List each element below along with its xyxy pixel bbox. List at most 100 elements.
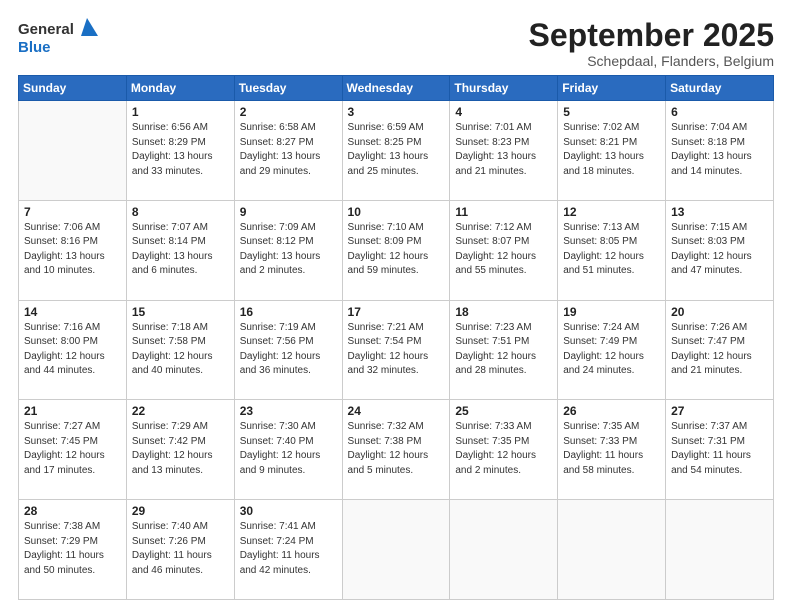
day-number: 28 [24,504,121,518]
day-cell: 22 Sunrise: 7:29 AMSunset: 7:42 PMDayligh… [126,400,234,500]
day-cell: 6 Sunrise: 7:04 AMSunset: 8:18 PMDaylight… [666,101,774,201]
day-number: 10 [348,205,445,219]
day-info: Sunrise: 7:29 AMSunset: 7:42 PMDaylight:… [132,420,229,478]
weekday-header-row: SundayMondayTuesdayWednesdayThursdayFrid… [19,76,774,101]
day-number: 14 [24,305,121,319]
day-info: Sunrise: 7:30 AMSunset: 7:40 PMDaylight:… [240,420,337,478]
day-number: 9 [240,205,337,219]
weekday-header-wednesday: Wednesday [342,76,450,101]
week-row-4: 21 Sunrise: 7:27 AMSunset: 7:45 PMDayligh… [19,400,774,500]
day-cell: 21 Sunrise: 7:27 AMSunset: 7:45 PMDayligh… [19,400,127,500]
day-number: 23 [240,404,337,418]
day-number: 18 [455,305,552,319]
day-number: 17 [348,305,445,319]
day-number: 21 [24,404,121,418]
day-cell [19,101,127,201]
day-number: 6 [671,105,768,119]
day-info: Sunrise: 7:23 AMSunset: 7:51 PMDaylight:… [455,321,552,379]
logo-general: General [18,21,74,38]
day-cell: 24Sunrise: 7:32 AMSunset: 7:38 PMDayligh… [342,400,450,500]
logo-icon [76,18,98,36]
day-number: 7 [24,205,121,219]
day-number: 15 [132,305,229,319]
day-number: 22 [132,404,229,418]
day-number: 13 [671,205,768,219]
day-cell [666,500,774,600]
calendar-table: SundayMondayTuesdayWednesdayThursdayFrid… [18,75,774,600]
day-cell: 1Sunrise: 6:56 AMSunset: 8:29 PMDaylight… [126,101,234,201]
day-info: Sunrise: 7:18 AMSunset: 7:58 PMDaylight:… [132,321,229,379]
title-block: September 2025 Schepdaal, Flanders, Belg… [529,18,774,69]
day-info: Sunrise: 7:13 AMSunset: 8:05 PMDaylight:… [563,221,660,279]
day-info: Sunrise: 7:02 AMSunset: 8:21 PMDaylight:… [563,121,660,179]
day-info: Sunrise: 7:06 AMSunset: 8:16 PMDaylight:… [24,221,121,279]
day-number: 5 [563,105,660,119]
day-number: 24 [348,404,445,418]
day-info: Sunrise: 7:27 AMSunset: 7:45 PMDaylight:… [24,420,121,478]
day-cell: 8Sunrise: 7:07 AMSunset: 8:14 PMDaylight… [126,200,234,300]
day-info: Sunrise: 7:35 AMSunset: 7:33 PMDaylight:… [563,420,660,478]
day-number: 29 [132,504,229,518]
location-title: Schepdaal, Flanders, Belgium [529,53,774,69]
day-cell: 15 Sunrise: 7:18 AMSunset: 7:58 PMDayligh… [126,300,234,400]
day-cell: 23 Sunrise: 7:30 AMSunset: 7:40 PMDayligh… [234,400,342,500]
week-row-3: 14 Sunrise: 7:16 AMSunset: 8:00 PMDayligh… [19,300,774,400]
day-number: 12 [563,205,660,219]
day-cell: 27 Sunrise: 7:37 AMSunset: 7:31 PMDayligh… [666,400,774,500]
weekday-header-thursday: Thursday [450,76,558,101]
day-cell: 30Sunrise: 7:41 AMSunset: 7:24 PMDayligh… [234,500,342,600]
day-cell: 10Sunrise: 7:10 AMSunset: 8:09 PMDayligh… [342,200,450,300]
day-info: Sunrise: 7:21 AMSunset: 7:54 PMDaylight:… [348,321,445,379]
week-row-5: 28 Sunrise: 7:38 AMSunset: 7:29 PMDayligh… [19,500,774,600]
day-cell: 25 Sunrise: 7:33 AMSunset: 7:35 PMDayligh… [450,400,558,500]
day-cell: 13 Sunrise: 7:15 AMSunset: 8:03 PMDayligh… [666,200,774,300]
weekday-header-sunday: Sunday [19,76,127,101]
month-title: September 2025 [529,18,774,53]
day-info: Sunrise: 7:26 AMSunset: 7:47 PMDaylight:… [671,321,768,379]
weekday-header-saturday: Saturday [666,76,774,101]
day-info: Sunrise: 7:33 AMSunset: 7:35 PMDaylight:… [455,420,552,478]
day-info: Sunrise: 7:16 AMSunset: 8:00 PMDaylight:… [24,321,121,379]
week-row-2: 7 Sunrise: 7:06 AMSunset: 8:16 PMDaylight… [19,200,774,300]
day-cell: 12 Sunrise: 7:13 AMSunset: 8:05 PMDayligh… [558,200,666,300]
day-cell: 7 Sunrise: 7:06 AMSunset: 8:16 PMDaylight… [19,200,127,300]
day-info: Sunrise: 7:24 AMSunset: 7:49 PMDaylight:… [563,321,660,379]
day-cell [558,500,666,600]
day-number: 3 [348,105,445,119]
day-cell [342,500,450,600]
day-cell: 4 Sunrise: 7:01 AMSunset: 8:23 PMDaylight… [450,101,558,201]
day-cell: 14 Sunrise: 7:16 AMSunset: 8:00 PMDayligh… [19,300,127,400]
day-cell: 19 Sunrise: 7:24 AMSunset: 7:49 PMDayligh… [558,300,666,400]
day-number: 19 [563,305,660,319]
day-number: 20 [671,305,768,319]
day-cell: 26 Sunrise: 7:35 AMSunset: 7:33 PMDayligh… [558,400,666,500]
day-number: 27 [671,404,768,418]
day-cell: 18 Sunrise: 7:23 AMSunset: 7:51 PMDayligh… [450,300,558,400]
logo-blue: Blue [18,39,51,56]
day-number: 16 [240,305,337,319]
day-info: Sunrise: 7:01 AMSunset: 8:23 PMDaylight:… [455,121,552,179]
day-cell: 9 Sunrise: 7:09 AMSunset: 8:12 PMDaylight… [234,200,342,300]
day-cell: 17 Sunrise: 7:21 AMSunset: 7:54 PMDayligh… [342,300,450,400]
day-info: Sunrise: 7:40 AMSunset: 7:26 PMDaylight:… [132,520,229,578]
day-info: Sunrise: 7:09 AMSunset: 8:12 PMDaylight:… [240,221,337,279]
day-info: Sunrise: 6:56 AMSunset: 8:29 PMDaylight:… [132,121,229,179]
day-number: 30 [240,504,337,518]
weekday-header-tuesday: Tuesday [234,76,342,101]
day-cell: 5 Sunrise: 7:02 AMSunset: 8:21 PMDaylight… [558,101,666,201]
day-cell [450,500,558,600]
day-number: 2 [240,105,337,119]
day-info: Sunrise: 7:37 AMSunset: 7:31 PMDaylight:… [671,420,768,478]
day-cell: 2Sunrise: 6:58 AMSunset: 8:27 PMDaylight… [234,101,342,201]
week-row-1: 1Sunrise: 6:56 AMSunset: 8:29 PMDaylight… [19,101,774,201]
day-cell: 29 Sunrise: 7:40 AMSunset: 7:26 PMDayligh… [126,500,234,600]
weekday-header-monday: Monday [126,76,234,101]
day-info: Sunrise: 7:07 AMSunset: 8:14 PMDaylight:… [132,221,229,279]
day-number: 4 [455,105,552,119]
day-info: Sunrise: 6:59 AMSunset: 8:25 PMDaylight:… [348,121,445,179]
day-number: 25 [455,404,552,418]
day-info: Sunrise: 7:38 AMSunset: 7:29 PMDaylight:… [24,520,121,578]
day-info: Sunrise: 7:04 AMSunset: 8:18 PMDaylight:… [671,121,768,179]
day-number: 26 [563,404,660,418]
day-info: Sunrise: 7:15 AMSunset: 8:03 PMDaylight:… [671,221,768,279]
